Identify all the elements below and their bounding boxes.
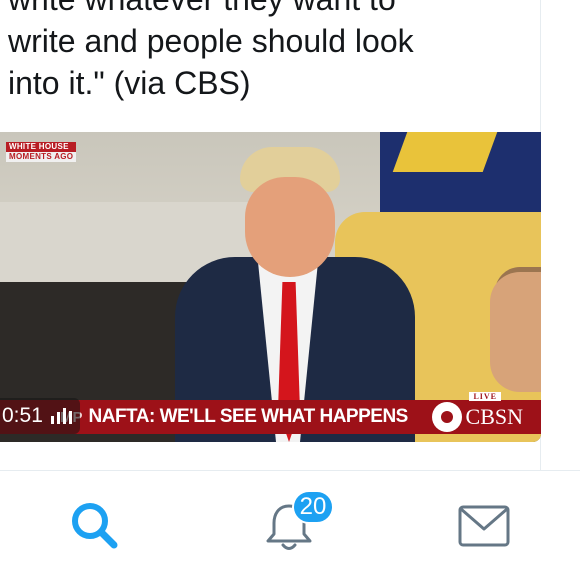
envelope-icon [458, 505, 510, 546]
tab-notifications[interactable] [229, 471, 349, 580]
volume-icon[interactable] [50, 408, 72, 424]
video-player[interactable]: WHITE HOUSE MOMENTS AGO MP NAFTA: WE'LL … [0, 132, 541, 442]
bottom-tab-bar [0, 471, 580, 580]
news-headline: NAFTA: WE'LL SEE WHAT HAPPENS [88, 406, 409, 427]
notifications-badge: 20 [292, 490, 334, 524]
video-frame [0, 132, 541, 442]
search-icon [72, 502, 118, 548]
tweet-text: write whatever they want to write and pe… [8, 0, 414, 101]
corner-tag-line1: WHITE HOUSE [6, 142, 77, 152]
video-duration-pill: 0:51 [0, 398, 80, 434]
tab-messages[interactable] [424, 471, 544, 580]
live-badge: LIVE [469, 392, 501, 401]
tab-search[interactable] [35, 471, 155, 580]
network-name: CBSN [465, 404, 523, 429]
broadcast-corner-tag: WHITE HOUSE MOMENTS AGO [6, 142, 77, 162]
cbs-eye-icon [431, 402, 462, 432]
news-lower-third: MP NAFTA: WE'LL SEE WHAT HAPPENS LIVE CB… [0, 392, 541, 434]
network-logo: LIVE CBSN [431, 392, 523, 434]
video-duration: 0:51 [2, 404, 43, 427]
corner-tag-line2: MOMENTS AGO [6, 152, 77, 162]
